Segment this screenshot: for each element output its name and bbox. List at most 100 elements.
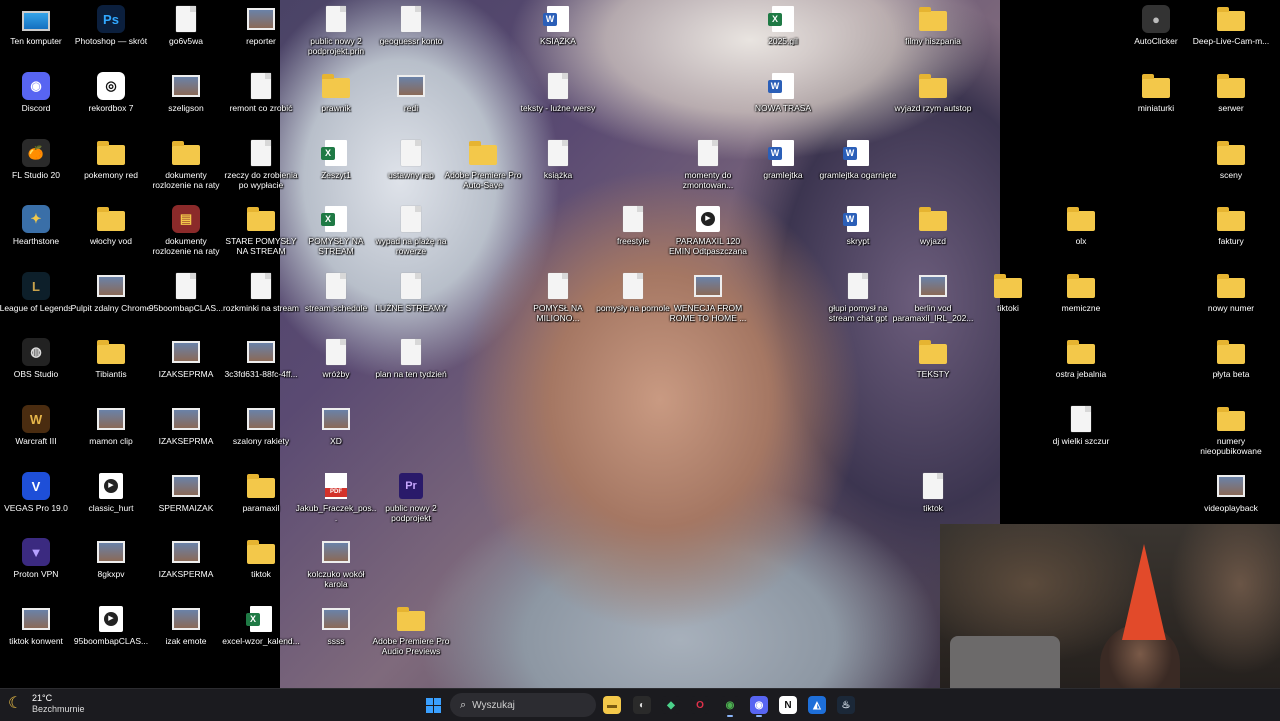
start-button[interactable] xyxy=(421,693,445,717)
desktop-icon[interactable]: 8gkxpv xyxy=(71,533,151,597)
taskbar-app-button[interactable]: ◉ xyxy=(718,693,742,717)
desktop-icon[interactable]: W KSIĄŻKA xyxy=(518,0,598,64)
desktop-icon[interactable]: Wgramlejtka xyxy=(743,134,823,198)
desktop-icon[interactable]: mamon clip xyxy=(71,400,151,464)
desktop-icon[interactable]: L League of Legends xyxy=(0,267,76,331)
taskbar-app-button[interactable]: ◭ xyxy=(805,693,829,717)
desktop-icon[interactable]: teksty - luźne wersy xyxy=(518,67,598,131)
desktop-icon[interactable]: pomysły na pornole xyxy=(593,267,673,331)
desktop-icon[interactable]: go6v5wa xyxy=(146,0,226,64)
desktop-icon[interactable]: 🍊 FL Studio 20 xyxy=(0,134,76,198)
desktop-icon[interactable]: numery nieopubikowane xyxy=(1191,400,1271,464)
taskbar-app-button[interactable]: ◐ xyxy=(630,693,654,717)
desktop-icon[interactable]: PDF Jakub_Fraczek_pos... xyxy=(296,467,376,531)
desktop-icon[interactable]: berlin vod paramaxil_IRL_202... xyxy=(893,267,973,331)
desktop-icon[interactable]: momenty do zmontowan... xyxy=(668,134,748,198)
desktop-icon[interactable]: serwer xyxy=(1191,67,1271,131)
desktop-icon[interactable]: ▼ Proton VPN xyxy=(0,533,76,597)
desktop-icon[interactable]: filmy hiszpania xyxy=(893,0,973,64)
desktop-icon[interactable]: dokumenty rozlozenie na raty xyxy=(146,134,226,198)
desktop-icon[interactable]: IZAKSEPRMA xyxy=(146,400,226,464)
taskbar-app-button[interactable]: ♨ xyxy=(834,693,858,717)
desktop-icon[interactable]: szalony rakiety xyxy=(221,400,301,464)
desktop-icon[interactable]: IZAKSEPRMA xyxy=(146,333,226,397)
weather-widget[interactable]: ☾ 21°C Bezchmurnie xyxy=(8,693,85,715)
desktop-icon[interactable]: ◍ OBS Studio xyxy=(0,333,76,397)
desktop-icon[interactable]: SPERMAIZAK xyxy=(146,467,226,531)
desktop-icon[interactable]: W NOWA TRASA xyxy=(743,67,823,131)
desktop-icon[interactable]: ▶ classic_hurt xyxy=(71,467,151,531)
desktop-icon[interactable]: głupi pomysł na stream chat gpt xyxy=(818,267,898,331)
desktop-icon[interactable]: paramaxil xyxy=(221,467,301,531)
desktop-icon[interactable]: TEKSTY xyxy=(893,333,973,397)
desktop-icon[interactable]: sceny xyxy=(1191,134,1271,198)
taskbar-app-button[interactable]: ◆ xyxy=(659,693,683,717)
desktop-icon[interactable]: izak emote xyxy=(146,600,226,664)
desktop-icon[interactable]: Pulpit zdalny Chrome xyxy=(71,267,151,331)
desktop-icon[interactable]: tiktok konwent xyxy=(0,600,76,664)
desktop-icon[interactable]: freestyle xyxy=(593,200,673,264)
desktop-icon[interactable]: ostra jebalnia xyxy=(1041,333,1121,397)
desktop-icon[interactable]: ▤ dokumenty rozlozenie na raty xyxy=(146,200,226,264)
desktop-icon[interactable]: redi xyxy=(371,67,451,131)
desktop-icon[interactable]: Ps Photoshop — skrót xyxy=(71,0,151,64)
desktop-icon[interactable]: ● AutoClicker xyxy=(1116,0,1196,64)
desktop-icon[interactable]: POMYSŁ NA MILIONO... xyxy=(518,267,598,331)
desktop-icon[interactable]: szeligson xyxy=(146,67,226,131)
taskbar-app-button[interactable]: ◉ xyxy=(747,693,771,717)
desktop-icon[interactable]: 3c3fd631-88fc-4ff... xyxy=(221,333,301,397)
desktop-icon[interactable]: ssss xyxy=(296,600,376,664)
desktop-icon[interactable]: ✦ Hearthstone xyxy=(0,200,76,264)
taskbar-app-button[interactable]: N xyxy=(776,693,800,717)
desktop-icon[interactable]: wróżby xyxy=(296,333,376,397)
taskbar-app-button[interactable]: ▬ xyxy=(600,693,624,717)
desktop-icon[interactable]: Ten komputer xyxy=(0,0,76,64)
desktop-icon[interactable]: ▶ PARAMAXIL 120 EMIN Odtpaszczana xyxy=(668,200,748,264)
desktop-icon[interactable]: płyta beta xyxy=(1191,333,1271,397)
desktop-icon[interactable]: rzeczy do zrobienia po wypłacie xyxy=(221,134,301,198)
desktop-icon[interactable]: włochy vod xyxy=(71,200,151,264)
desktop-icon[interactable]: Wskrypt xyxy=(818,200,898,264)
desktop-icon[interactable]: LUŹNE STREAMY xyxy=(371,267,451,331)
desktop-icon[interactable]: STARE POMYSŁY NA STREAM xyxy=(221,200,301,264)
search-input[interactable]: ⌕ Wyszukaj xyxy=(450,693,596,717)
desktop-icon[interactable]: ◉ Discord xyxy=(0,67,76,131)
desktop-icon[interactable]: X 2025.gil xyxy=(743,0,823,64)
desktop-icon[interactable]: wyjazd rzym autstop xyxy=(893,67,973,131)
desktop-icon[interactable]: reporter xyxy=(221,0,301,64)
desktop-icon[interactable]: tiktok xyxy=(221,533,301,597)
desktop-icon[interactable]: X POMYSŁY NA STREAM xyxy=(296,200,376,264)
desktop-icon[interactable]: dj wielki szczur xyxy=(1041,400,1121,464)
desktop-icon[interactable]: wyjazd xyxy=(893,200,973,264)
desktop-icon[interactable]: wypad na plażę na rowerze xyxy=(371,200,451,264)
desktop-icon[interactable]: tiktok xyxy=(893,467,973,531)
desktop-icon[interactable]: W Warcraft III xyxy=(0,400,76,464)
desktop-icon[interactable]: kolczuko wokół karola xyxy=(296,533,376,597)
desktop-icon[interactable]: pokemony red xyxy=(71,134,151,198)
desktop-icon[interactable]: XD xyxy=(296,400,376,464)
desktop-icon[interactable]: public nowy 2 podprojekt.prin xyxy=(296,0,376,64)
desktop-icon[interactable]: Tibiantis xyxy=(71,333,151,397)
desktop-icon[interactable]: videoplayback xyxy=(1191,467,1271,531)
desktop-icon[interactable]: stream schedule xyxy=(296,267,376,331)
desktop-icon[interactable]: Xexcel-wzor_kalend... xyxy=(221,600,301,664)
desktop-icon[interactable]: IZAKSPERMA xyxy=(146,533,226,597)
desktop-icon[interactable]: Adobe Premiere Pro Audio Previews xyxy=(371,600,451,664)
desktop-icon[interactable]: geoguessr konto xyxy=(371,0,451,64)
desktop-icon[interactable]: V VEGAS Pro 19.0 xyxy=(0,467,76,531)
desktop-icon[interactable]: plan na ten tydzień xyxy=(371,333,451,397)
desktop-icon[interactable]: tiktoki xyxy=(968,267,1048,331)
desktop-icon[interactable]: miniaturki xyxy=(1116,67,1196,131)
desktop-icon[interactable]: X Zeszyt1 xyxy=(296,134,376,198)
desktop-icon[interactable]: Wgramlejtka ogarnięte xyxy=(818,134,898,198)
desktop-icon[interactable]: Deep-Live-Cam-m... xyxy=(1191,0,1271,64)
desktop-icon[interactable]: remont co zrobić xyxy=(221,67,301,131)
desktop-icon[interactable]: olx xyxy=(1041,200,1121,264)
desktop-icon[interactable]: prawnik xyxy=(296,67,376,131)
desktop-icon[interactable]: 95boombapCLAS... xyxy=(146,267,226,331)
desktop-icon[interactable]: książka xyxy=(518,134,598,198)
desktop-icon[interactable]: faktury xyxy=(1191,200,1271,264)
desktop-icon[interactable]: ▶ 95boombapCLAS... xyxy=(71,600,151,664)
desktop-icon[interactable]: ◎ rekordbox 7 xyxy=(71,67,151,131)
taskbar-app-button[interactable]: O xyxy=(688,693,712,717)
